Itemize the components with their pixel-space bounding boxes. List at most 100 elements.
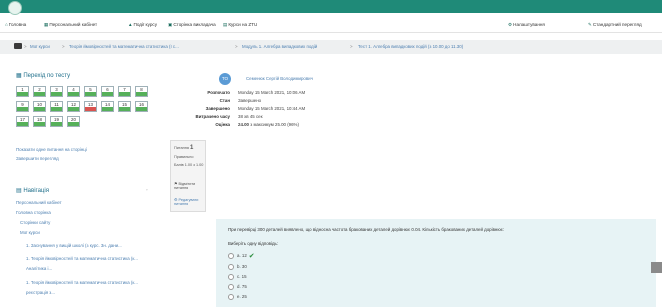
breadcrumb-item[interactable]: Модуль 1. Алгебра випадкових подій	[242, 44, 317, 49]
edit-icon: ✎	[588, 22, 592, 27]
question-state-bar	[68, 92, 79, 96]
question-state-bar	[17, 122, 28, 126]
question-nav-button[interactable]: 3	[50, 86, 63, 97]
question-state-bar	[119, 107, 130, 111]
question-nav-button[interactable]: 5	[84, 86, 97, 97]
question-state-bar	[51, 122, 62, 126]
question-status: Правильно	[174, 155, 194, 159]
edit-question-link[interactable]: ⚙ Редагувати питання	[174, 197, 204, 206]
folder-icon	[14, 43, 22, 49]
nav-settings[interactable]: ⚙Налаштування	[508, 22, 545, 28]
question-nav-button[interactable]: 15	[118, 101, 131, 112]
question-state-bar	[68, 107, 79, 111]
answer-prompt: Виберіть одну відповідь:	[228, 241, 279, 246]
question-state-bar	[34, 92, 45, 96]
question-state-bar	[34, 122, 45, 126]
question-info: Питання 1 Правильно Балів 1.00 з 1.00 ⚑ …	[170, 140, 206, 212]
question-nav-button[interactable]: 14	[101, 101, 114, 112]
grade-max: з максимум 25.00 (96%)	[250, 122, 299, 127]
radio-button[interactable]	[228, 284, 234, 290]
question-state-bar	[68, 122, 79, 126]
nav-dashboard[interactable]: ▦Персональний кабінет	[44, 22, 97, 28]
radio-button[interactable]	[228, 264, 234, 270]
question-marks: Балів 1.00 з 1.00	[174, 163, 204, 167]
answer-option[interactable]: d. 75	[228, 284, 247, 290]
grade-value: 24.00	[238, 122, 249, 127]
nav-events[interactable]: ▲Події курсу	[128, 22, 157, 27]
nav-tree-item[interactable]: реєстрація з...	[26, 290, 55, 295]
question-content: При перевірці 300 деталей виявлено, що в…	[216, 219, 656, 307]
question-state-bar	[34, 107, 45, 111]
question-nav-button[interactable]: 16	[135, 101, 148, 112]
question-nav-button[interactable]: 1	[16, 86, 29, 97]
question-state-bar	[102, 92, 113, 96]
question-nav-button[interactable]: 18	[33, 116, 46, 127]
question-nav-button[interactable]: 19	[50, 116, 63, 127]
answer-option[interactable]: c. 15	[228, 274, 247, 280]
nav-my-courses[interactable]: ▤Курси на ZTU	[223, 22, 257, 28]
collapse-icon[interactable]: ▫	[146, 187, 148, 192]
home-icon: ⌂	[5, 22, 8, 27]
nav-tree-item[interactable]: Сторінки сайту	[20, 220, 50, 225]
question-state-bar	[136, 92, 147, 96]
user-name-link[interactable]: Семенюк Сергій Володимирович	[246, 76, 313, 81]
nav-teacher-page[interactable]: ▣Сторінка викладача	[168, 22, 216, 28]
navigation-title: ▤ Навігація	[16, 188, 49, 194]
nav-tree-item[interactable]: 1. Заснування у вищій школі (з курс. 3н.…	[26, 243, 122, 248]
finish-review-link[interactable]: Завершити перегляд	[16, 156, 59, 161]
nav-tree-item[interactable]: Персональний кабінет	[16, 200, 62, 205]
my-courses-icon: ▤	[223, 22, 228, 27]
nav-tree-item[interactable]: Мої курси	[20, 230, 40, 235]
quiz-nav-title: ▦ Перехід по тесту	[16, 73, 71, 79]
question-state-bar	[85, 92, 96, 96]
question-state-bar	[51, 92, 62, 96]
dashboard-icon: ▦	[44, 22, 49, 27]
radio-button[interactable]	[228, 253, 234, 259]
scroll-handle[interactable]	[651, 262, 662, 273]
primary-navbar: ⌂Головна ▦Персональний кабінет ▲Події ку…	[0, 18, 662, 33]
question-nav-button[interactable]: 17	[16, 116, 29, 127]
question-state-bar	[136, 107, 147, 111]
nav-tree-item[interactable]: Головна сторінка	[16, 210, 51, 215]
nav-tree-item[interactable]: Аналітика і...	[26, 266, 52, 271]
gear-icon: ⚙	[508, 22, 513, 27]
question-nav-button[interactable]: 9	[16, 101, 29, 112]
question-nav-button[interactable]: 11	[50, 101, 63, 112]
breadcrumb-item[interactable]: Теорія ймовірностей та математична стати…	[69, 44, 179, 49]
nav-tree-item[interactable]: 1. Теорія ймовірностей та математична ст…	[26, 280, 138, 285]
question-state-bar	[102, 107, 113, 111]
answer-option[interactable]: b. 30	[228, 264, 247, 270]
question-nav-button[interactable]: 2	[33, 86, 46, 97]
question-state-bar	[85, 107, 96, 111]
events-icon: ▲	[128, 22, 133, 27]
breadcrumb-item[interactable]: Тест 1. Алгебра випадкових подій (з 10.0…	[358, 44, 463, 49]
nav-tree-item[interactable]: 1. Теорія ймовірностей та математична ст…	[26, 256, 138, 261]
question-nav-button[interactable]: 12	[67, 101, 80, 112]
radio-button[interactable]	[228, 274, 234, 280]
site-header	[0, 0, 662, 15]
question-state-bar	[17, 92, 28, 96]
show-one-page-link[interactable]: Показати одне питання на сторінці	[16, 147, 87, 152]
flag-question[interactable]: ⚑ Відмітити питання	[174, 181, 204, 190]
question-state-bar	[119, 92, 130, 96]
question-nav-button[interactable]: 13	[84, 101, 97, 112]
question-nav-button[interactable]: 10	[33, 101, 46, 112]
question-nav-button[interactable]: 4	[67, 86, 80, 97]
avatar[interactable]: ТО	[219, 73, 231, 85]
check-icon: ✔	[248, 253, 255, 260]
nav-standard-view[interactable]: ✎Стандартний перегляд	[588, 22, 642, 28]
breadcrumb-item[interactable]: Мої курси	[30, 44, 50, 49]
radio-button[interactable]	[228, 294, 234, 300]
answer-option[interactable]: e. 25	[228, 294, 247, 300]
question-state-bar	[51, 107, 62, 111]
question-text: При перевірці 300 деталей виявлено, що в…	[228, 227, 505, 232]
answer-option[interactable]: a. 12 ✔	[228, 252, 255, 260]
question-nav-button[interactable]: 6	[101, 86, 114, 97]
question-nav-button[interactable]: 20	[67, 116, 80, 127]
nav-home[interactable]: ⌂Головна	[5, 22, 26, 27]
question-nav-button[interactable]: 7	[118, 86, 131, 97]
site-logo[interactable]	[8, 1, 22, 15]
breadcrumb: > Мої курси > Теорія ймовірностей та мат…	[0, 40, 662, 54]
question-nav-button[interactable]: 8	[135, 86, 148, 97]
question-state-bar	[17, 107, 28, 111]
